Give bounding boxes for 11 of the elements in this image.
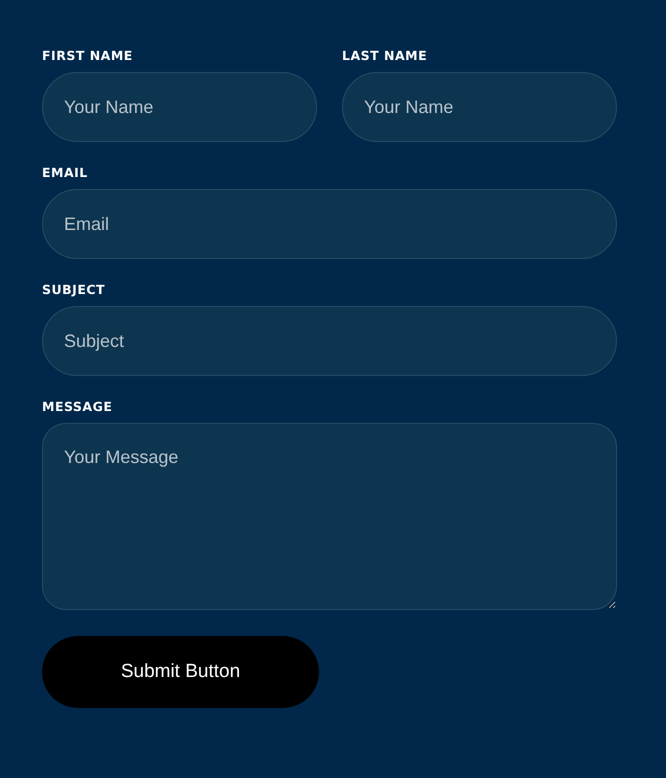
field-label: LAST NAME <box>342 48 428 64</box>
input-field[interactable]: Your Name <box>42 72 317 142</box>
submit-button[interactable]: Submit Button <box>42 636 319 708</box>
input-field[interactable]: Subject <box>42 306 617 376</box>
input-field[interactable]: Your Name <box>342 72 617 142</box>
field-label: FIRST NAME <box>42 48 134 64</box>
field-label: SUBJECT <box>42 282 106 298</box>
field-label: EMAIL <box>42 165 89 181</box>
input-field[interactable]: Email <box>42 189 617 259</box>
field-label: MESSAGE <box>42 399 114 415</box>
message-field[interactable]: Your Message <box>42 423 617 610</box>
